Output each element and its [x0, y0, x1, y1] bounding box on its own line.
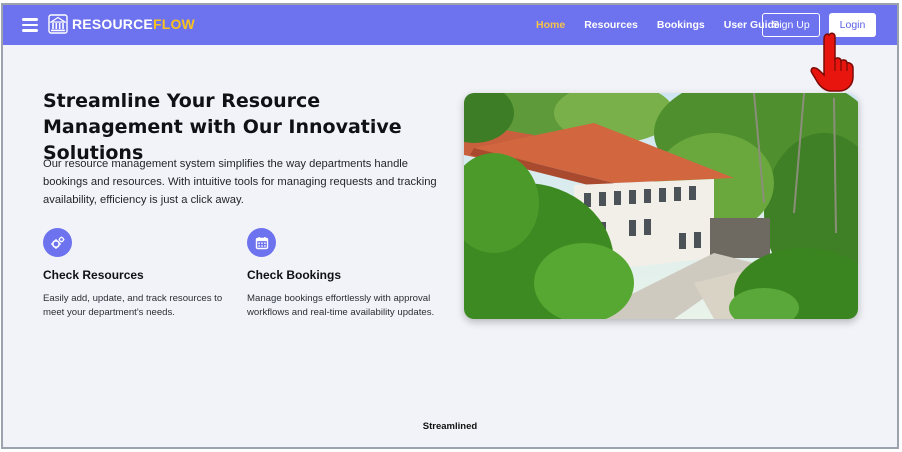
feature-title: Check Bookings — [247, 268, 342, 282]
hamburger-menu-icon[interactable] — [22, 18, 38, 32]
feature-check-resources: Check Resources Easily add, update, and … — [43, 228, 243, 320]
brand-name-part2: FLOW — [152, 16, 195, 32]
top-navbar: RESOURCEFLOW Home Resources Bookings Use… — [3, 5, 897, 45]
feature-check-bookings: Check Bookings Manage bookings effortles… — [247, 228, 447, 320]
feature-description: Easily add, update, and track resources … — [43, 293, 223, 318]
building-logo-icon — [48, 14, 68, 34]
sign-up-button[interactable]: Sign Up — [762, 13, 820, 37]
campus-building-image — [464, 93, 858, 319]
nav-link-resources[interactable]: Resources — [584, 19, 638, 31]
feature-title: Check Resources — [43, 268, 144, 282]
feature-description: Manage bookings effortlessly with approv… — [247, 293, 435, 318]
footer-text: Streamlined — [422, 421, 478, 432]
brand-name: RESOURCEFLOW — [72, 16, 195, 32]
brand-logo[interactable]: RESOURCEFLOW — [48, 14, 195, 34]
brand-name-part1: RESOURCE — [72, 16, 153, 32]
calendar-icon — [247, 228, 276, 257]
hero-description: Our resource management system simplifie… — [43, 158, 437, 206]
nav-link-home[interactable]: Home — [536, 19, 565, 31]
login-button[interactable]: Login — [829, 13, 876, 37]
nav-link-bookings[interactable]: Bookings — [657, 19, 705, 31]
nav-links: Home Resources Bookings User Guide — [536, 5, 799, 45]
browser-frame: RESOURCEFLOW Home Resources Bookings Use… — [1, 3, 899, 449]
gears-icon — [43, 228, 72, 257]
